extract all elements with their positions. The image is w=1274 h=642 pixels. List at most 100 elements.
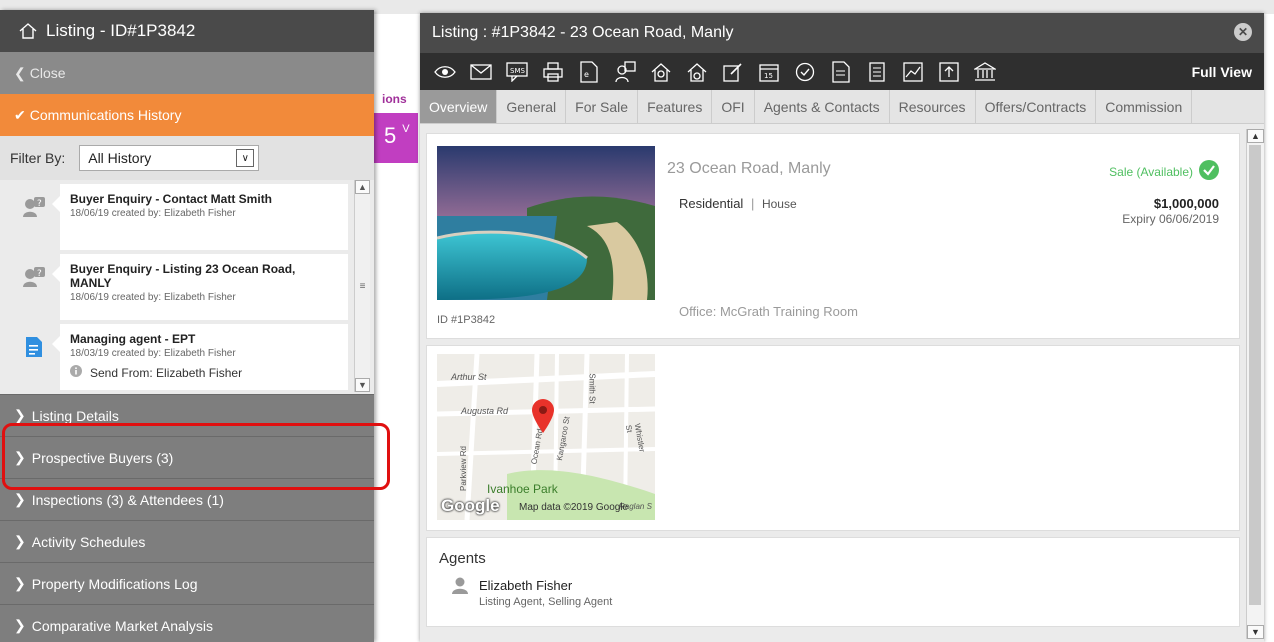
scroll-grip-icon[interactable]: ≡ <box>355 194 370 378</box>
enquiry-icon[interactable] <box>612 59 638 85</box>
svg-text:e: e <box>584 70 589 79</box>
map-park-label: Ivanhoe Park <box>487 482 558 496</box>
property-photo[interactable] <box>437 146 655 300</box>
modal-scrollbar[interactable]: ▲ ▼ <box>1246 129 1264 639</box>
tab-general[interactable]: General <box>497 90 567 123</box>
listing-side-panel: Listing - ID#1P3842 ❮ Close ✔ Communicat… <box>0 10 374 642</box>
close-icon[interactable]: ✕ <box>1234 23 1252 41</box>
list-item[interactable]: Managing agent - EPT 18/03/19 created by… <box>8 324 348 390</box>
tab-features[interactable]: Features <box>638 90 713 123</box>
property-subtype: House <box>761 197 797 211</box>
check-circle-icon <box>1199 160 1219 183</box>
section-label: Inspections (3) & Attendees (1) <box>31 491 224 508</box>
tab-offers-contracts[interactable]: Offers/Contracts <box>976 90 1097 123</box>
scroll-thumb[interactable] <box>1249 145 1261 605</box>
document-icon <box>8 324 60 390</box>
scroll-up-icon[interactable]: ▲ <box>1247 129 1264 143</box>
map-street-label: Augusta Rd <box>461 406 509 416</box>
section-label: Comparative Market Analysis <box>31 617 214 634</box>
google-logo: Google <box>441 496 500 515</box>
list-item[interactable]: ? Buyer Enquiry - Listing 23 Ocean Road,… <box>8 254 348 320</box>
chevron-right-icon: ❯ <box>14 449 26 465</box>
scroll-up-icon[interactable]: ▲ <box>355 180 370 194</box>
map-pin-icon <box>531 398 555 437</box>
filter-bar: Filter By: All History ∨ <box>0 136 374 180</box>
property-category: Residential <box>679 196 744 211</box>
edit-icon[interactable] <box>720 59 746 85</box>
agents-panel: Agents Elizabeth Fisher Listing Agent, S… <box>426 537 1240 627</box>
upload-icon[interactable] <box>936 59 962 85</box>
tab-commission[interactable]: Commission <box>1096 90 1193 123</box>
tab-for-sale[interactable]: For Sale <box>566 90 639 123</box>
panel-title-bar: Listing - ID#1P3842 <box>0 10 374 52</box>
section-activity-schedules[interactable]: ❯ Activity Schedules <box>0 520 374 562</box>
history-title: Managing agent - EPT <box>70 332 196 346</box>
list-item[interactable]: ? Buyer Enquiry - Contact Matt Smith 18/… <box>8 184 348 250</box>
section-inspections[interactable]: ❯ Inspections (3) & Attendees (1) <box>0 478 374 520</box>
calendar-icon[interactable]: 15 <box>756 59 782 85</box>
background-app-strip <box>370 14 420 642</box>
location-map[interactable]: Arthur St Augusta Rd Smith St Ocean Rd K… <box>437 354 655 520</box>
panel-title: Listing - ID#1P3842 <box>46 21 196 40</box>
svg-text:?: ? <box>37 199 42 209</box>
section-label: Activity Schedules <box>31 533 146 550</box>
email-icon[interactable] <box>468 59 494 85</box>
scroll-down-icon[interactable]: ▼ <box>355 378 370 392</box>
chevron-down-icon: ∨ <box>236 149 255 167</box>
documents-icon[interactable] <box>828 59 854 85</box>
tab-ofi[interactable]: OFI <box>712 90 755 123</box>
tab-resources[interactable]: Resources <box>890 90 976 123</box>
email-document-icon[interactable]: e <box>576 59 602 85</box>
svg-text:SMS: SMS <box>510 67 525 75</box>
modal-title-bar: Listing : #1P3842 - 23 Ocean Road, Manly… <box>420 13 1264 53</box>
tab-bar: Overview General For Sale Features OFI A… <box>420 90 1264 124</box>
chevron-right-icon: ❯ <box>14 491 26 507</box>
property-address: 23 Ocean Road, Manly <box>667 160 831 177</box>
check-icon[interactable] <box>792 59 818 85</box>
communications-history-header[interactable]: ✔ Communications History <box>0 94 374 136</box>
status-badge: Sale (Available) <box>1109 160 1219 183</box>
overview-panel: ID #1P3842 23 Ocean Road, Manly Resident… <box>426 133 1240 339</box>
send-from-row: Send From: Elizabeth Fisher <box>70 365 338 380</box>
send-from-text: Send From: Elizabeth Fisher <box>90 365 243 380</box>
full-view-button[interactable]: Full View <box>1192 64 1252 80</box>
status-text: Sale (Available) <box>1109 164 1193 179</box>
background-tile: 5V <box>374 113 418 163</box>
home-icon <box>18 21 38 41</box>
history-meta: 18/06/19 created by: Elizabeth Fisher <box>70 208 236 219</box>
tab-overview[interactable]: Overview <box>420 90 498 123</box>
modal-toolbar: SMS e 15 Full View <box>420 53 1264 90</box>
map-street-label: Parkview Rd <box>458 446 468 491</box>
agent-name[interactable]: Elizabeth Fisher <box>479 578 572 593</box>
print-icon[interactable] <box>540 59 566 85</box>
section-property-modifications-log[interactable]: ❯ Property Modifications Log <box>0 562 374 604</box>
history-meta: 18/06/19 created by: Elizabeth Fisher <box>70 292 236 303</box>
scroll-down-icon[interactable]: ▼ <box>1247 625 1264 639</box>
section-listing-details[interactable]: ❯ Listing Details <box>0 394 374 436</box>
filter-select-value: All History <box>88 150 152 166</box>
listing-modal: Listing : #1P3842 - 23 Ocean Road, Manly… <box>420 13 1264 642</box>
type-separator: | <box>750 196 755 211</box>
background-tile-number: 5 <box>384 123 397 148</box>
report-icon[interactable] <box>864 59 890 85</box>
bank-icon[interactable] <box>972 59 998 85</box>
map-street-label: Smith St <box>587 373 597 404</box>
view-icon[interactable] <box>432 59 458 85</box>
close-label: Close <box>29 65 66 81</box>
chevron-right-icon: ❯ <box>14 575 26 591</box>
filter-select[interactable]: All History ∨ <box>79 145 260 171</box>
history-title: Buyer Enquiry - Contact Matt Smith <box>70 192 273 206</box>
home-open-icon[interactable] <box>684 59 710 85</box>
filter-label: Filter By: <box>10 150 66 166</box>
map-credit: Map data ©2019 Google <box>519 502 629 513</box>
tab-agents-contacts[interactable]: Agents & Contacts <box>755 90 890 123</box>
buyer-match-icon[interactable] <box>648 59 674 85</box>
section-comparative-market-analysis[interactable]: ❯ Comparative Market Analysis <box>0 604 374 642</box>
section-prospective-buyers[interactable]: ❯ Prospective Buyers (3) <box>0 436 374 478</box>
sms-icon[interactable]: SMS <box>504 59 530 85</box>
chart-icon[interactable] <box>900 59 926 85</box>
history-scrollbar[interactable]: ▲ ≡ ▼ <box>354 180 370 392</box>
svg-text:15: 15 <box>764 72 773 80</box>
chevron-left-icon: ❮ <box>14 64 26 81</box>
close-button[interactable]: ❮ Close <box>0 52 374 94</box>
